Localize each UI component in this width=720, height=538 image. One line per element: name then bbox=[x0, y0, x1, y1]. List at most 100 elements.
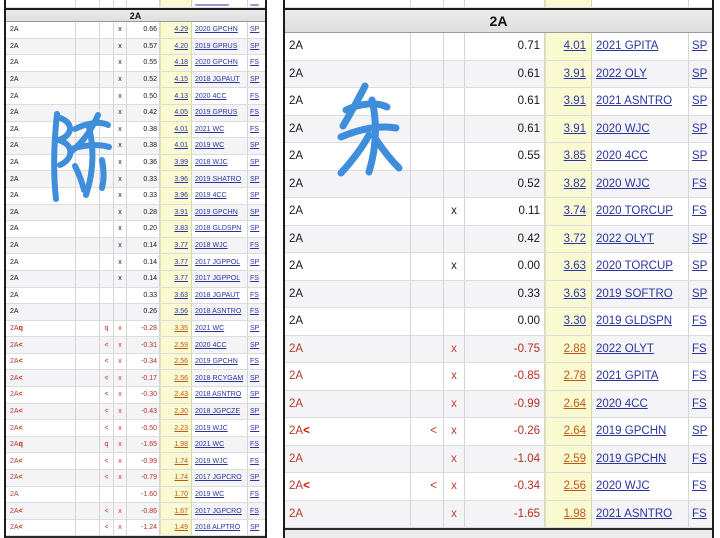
event-link[interactable]: 2018 JGPCZE bbox=[195, 408, 240, 415]
event-link[interactable]: 2020 WJC bbox=[596, 480, 650, 492]
event-link[interactable]: 2020 TORCUP bbox=[596, 205, 673, 217]
event-link[interactable]: 2021 ASNTRO bbox=[596, 95, 672, 107]
segment-link[interactable]: FS bbox=[250, 93, 259, 100]
segment-link[interactable]: SP bbox=[250, 474, 259, 481]
event-link[interactable]: 2021 WC bbox=[195, 441, 224, 448]
segment-link[interactable]: SP bbox=[692, 425, 707, 437]
score-link[interactable]: 2.56 bbox=[174, 358, 188, 365]
segment-link[interactable]: FS bbox=[250, 441, 259, 448]
event-link[interactable]: 2017 JGPPOL bbox=[195, 275, 240, 282]
event-link[interactable]: 2019 GPCHN bbox=[596, 425, 666, 437]
event-link[interactable]: 2019 SOFTRO bbox=[596, 288, 673, 300]
segment-link[interactable]: SP bbox=[692, 40, 707, 52]
score-link[interactable]: 3.35 bbox=[174, 325, 188, 332]
score-link[interactable]: 1.74 bbox=[174, 458, 188, 465]
segment-link[interactable]: SP bbox=[250, 209, 259, 216]
segment-link[interactable]: SP bbox=[250, 76, 259, 83]
event-link[interactable]: 2019 4CC bbox=[195, 192, 227, 199]
segment-link[interactable]: FS bbox=[250, 126, 259, 133]
event-link[interactable]: 2021 WC bbox=[195, 325, 224, 332]
score-link[interactable]: 1.49 bbox=[174, 524, 188, 531]
segment-link[interactable]: SP bbox=[250, 342, 259, 349]
segment-link[interactable]: SP bbox=[250, 142, 259, 149]
event-link[interactable]: 2020 4CC bbox=[195, 93, 227, 100]
segment-link[interactable]: FS bbox=[250, 275, 259, 282]
event-link[interactable]: 2020 WJC bbox=[596, 178, 650, 190]
segment-link[interactable]: SP bbox=[692, 233, 707, 245]
score-link[interactable]: 4.01 bbox=[174, 142, 188, 149]
score-link[interactable]: 1.70 bbox=[174, 491, 188, 498]
segment-link[interactable]: SP bbox=[250, 391, 259, 398]
segment-link[interactable]: FS bbox=[692, 343, 707, 355]
score-link[interactable]: 3.77 bbox=[174, 275, 188, 282]
segment-link[interactable]: SP bbox=[250, 26, 259, 33]
score-link[interactable]: 3.74 bbox=[564, 205, 586, 217]
event-link[interactable]: 2017 JGPCRO bbox=[195, 508, 242, 515]
event-link[interactable]: 2020 GPCHN bbox=[195, 59, 238, 66]
score-link[interactable]: 4.29 bbox=[174, 26, 188, 33]
score-link[interactable]: 2.64 bbox=[564, 398, 586, 410]
score-link[interactable]: 2.64 bbox=[564, 425, 586, 437]
segment-link[interactable]: SP bbox=[692, 123, 707, 135]
score-link[interactable]: 3.99 bbox=[174, 159, 188, 166]
score-link[interactable]: 3.63 bbox=[174, 292, 188, 299]
score-link[interactable]: 3.96 bbox=[174, 176, 188, 183]
segment-link[interactable]: FS bbox=[250, 491, 259, 498]
event-link[interactable]: 2019 GPRUS bbox=[195, 43, 237, 50]
score-link[interactable]: 3.91 bbox=[174, 209, 188, 216]
score-link[interactable]: 1.74 bbox=[174, 474, 188, 481]
score-link[interactable]: 3.63 bbox=[564, 260, 586, 272]
segment-link[interactable]: SP bbox=[692, 288, 707, 300]
score-link[interactable]: 3.91 bbox=[564, 95, 586, 107]
event-link[interactable]: 2018 WJC bbox=[195, 242, 228, 249]
event-link[interactable]: 2020 4CC bbox=[596, 398, 648, 410]
score-link[interactable]: 1.67 bbox=[174, 508, 188, 515]
score-link[interactable]: 2.56 bbox=[564, 480, 586, 492]
event-link[interactable]: 2019 WJC bbox=[195, 425, 228, 432]
segment-link[interactable]: SP bbox=[250, 259, 259, 266]
score-link[interactable]: 3.30 bbox=[564, 315, 586, 327]
segment-link[interactable]: FS bbox=[692, 178, 707, 190]
event-link[interactable]: 2018 ASNTRO bbox=[195, 308, 241, 315]
segment-link[interactable]: FS bbox=[250, 292, 259, 299]
segment-link[interactable]: FS bbox=[692, 370, 707, 382]
event-link[interactable]: 2018 RCYGAM bbox=[195, 375, 243, 382]
segment-link[interactable]: SP bbox=[250, 524, 259, 531]
score-link[interactable]: 3.56 bbox=[174, 308, 188, 315]
event-link[interactable]: 2018 GLDSPN bbox=[195, 225, 241, 232]
segment-link[interactable]: FS bbox=[250, 308, 259, 315]
score-link[interactable]: 1.98 bbox=[564, 508, 586, 520]
score-link[interactable]: 3.91 bbox=[564, 68, 586, 80]
event-link[interactable]: 2019 SHATRO bbox=[195, 176, 241, 183]
score-link[interactable]: 2.43 bbox=[174, 391, 188, 398]
segment-link[interactable]: SP bbox=[692, 150, 707, 162]
score-link[interactable]: 2.59 bbox=[174, 342, 188, 349]
segment-link[interactable]: FS bbox=[692, 480, 707, 492]
segment-link[interactable]: FS bbox=[692, 205, 707, 217]
segment-link[interactable]: SP bbox=[250, 43, 259, 50]
event-link[interactable]: 2019 GPRUS bbox=[195, 109, 237, 116]
score-link[interactable]: 4.18 bbox=[174, 59, 188, 66]
segment-link[interactable]: SP bbox=[250, 375, 259, 382]
segment-link[interactable]: SP bbox=[692, 95, 707, 107]
score-link[interactable]: 2.23 bbox=[174, 425, 188, 432]
score-link[interactable]: 4.05 bbox=[174, 109, 188, 116]
score-link[interactable]: 2.88 bbox=[564, 343, 586, 355]
score-link[interactable]: 3.91 bbox=[564, 123, 586, 135]
event-link[interactable]: 2017 JGPPOL bbox=[195, 259, 240, 266]
event-link[interactable]: 2020 GPCHN bbox=[195, 26, 238, 33]
score-link[interactable]: 3.77 bbox=[174, 242, 188, 249]
event-link[interactable]: 2018 WJC bbox=[195, 159, 228, 166]
event-link[interactable]: 2020 4CC bbox=[195, 342, 227, 349]
segment-link[interactable]: FS bbox=[692, 398, 707, 410]
score-link[interactable]: 3.83 bbox=[174, 225, 188, 232]
event-link[interactable]: 2020 4CC bbox=[596, 150, 648, 162]
score-link[interactable]: 2.30 bbox=[174, 408, 188, 415]
segment-link[interactable]: FS bbox=[250, 358, 259, 365]
score-link[interactable]: 4.20 bbox=[174, 43, 188, 50]
segment-link[interactable]: SP bbox=[250, 225, 259, 232]
segment-link[interactable]: SP bbox=[692, 68, 707, 80]
segment-link[interactable]: FS bbox=[250, 59, 259, 66]
event-link[interactable]: 2022 OLYT bbox=[596, 343, 654, 355]
event-link[interactable]: 2021 WC bbox=[195, 126, 224, 133]
